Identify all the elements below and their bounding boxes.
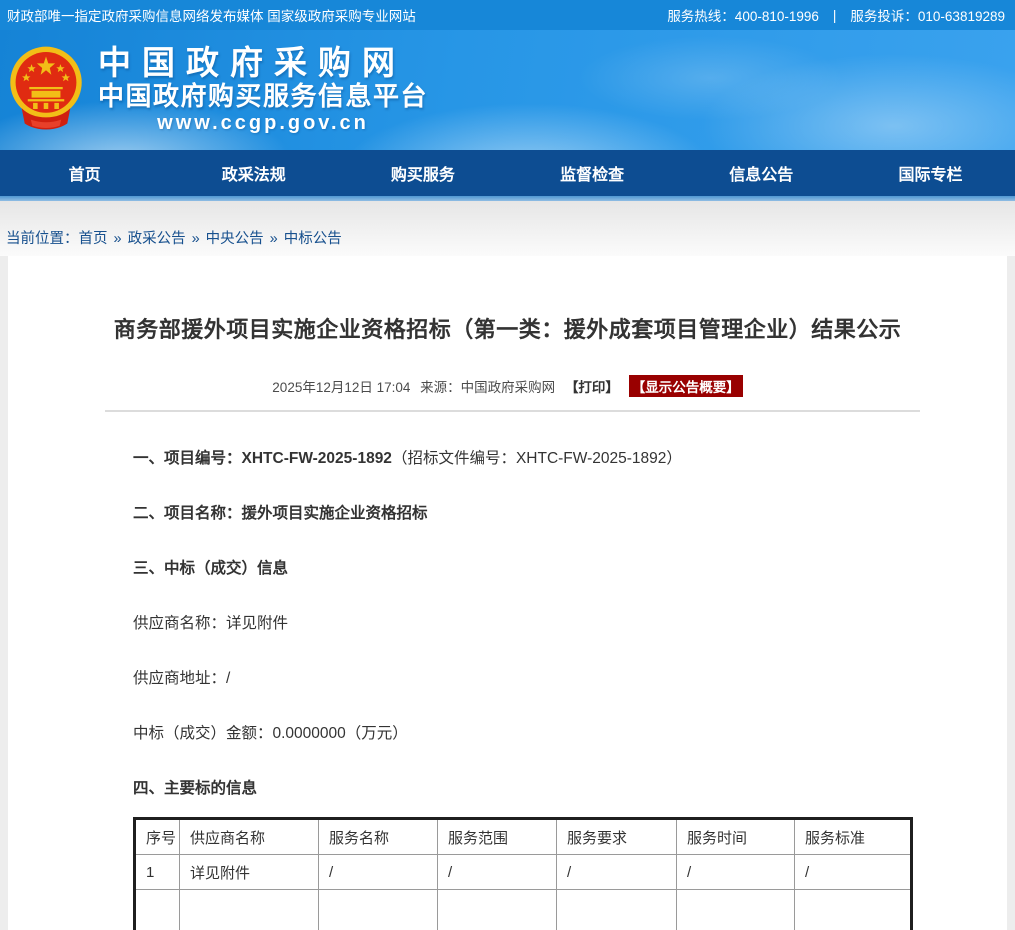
table-row <box>135 890 912 930</box>
page-background: 商务部援外项目实施企业资格招标（第一类：援外成套项目管理企业）结果公示 2025… <box>0 256 1015 930</box>
article-meta: 2025年12月12日 17:04 来源：中国政府采购网 【打印】 【显示公告概… <box>8 375 1007 397</box>
table-cell <box>438 890 557 930</box>
national-emblem-icon <box>8 44 84 136</box>
supplier-address-line: 供应商地址：/ <box>133 668 907 689</box>
logo-text-block: 中国政府采购网 中国政府购买服务信息平台 www.ccgp.gov.cn <box>98 45 428 134</box>
top-utility-bar: 财政部唯一指定政府采购信息网络发布媒体 国家级政府采购专业网站 服务热线：400… <box>0 0 1015 30</box>
project-name-line: 二、项目名称：援外项目实施企业资格招标 <box>133 503 907 524</box>
table-cell: / <box>319 855 438 890</box>
project-number-bold: 一、项目编号：XHTC-FW-2025-1892 <box>133 450 392 467</box>
article-body: 一、项目编号：XHTC-FW-2025-1892（招标文件编号：XHTC-FW-… <box>8 412 1007 799</box>
nav-item-announcements[interactable]: 信息公告 <box>677 150 846 196</box>
nav-item-international[interactable]: 国际专栏 <box>846 150 1015 196</box>
project-number-line: 一、项目编号：XHTC-FW-2025-1892（招标文件编号：XHTC-FW-… <box>133 448 907 469</box>
header-service-name: 服务名称 <box>319 819 438 855</box>
table-cell: / <box>795 855 912 890</box>
site-url: www.ccgp.gov.cn <box>98 112 428 135</box>
table-row: 1 详见附件 / / / / / <box>135 855 912 890</box>
table-cell: / <box>557 855 677 890</box>
table-cell <box>557 890 677 930</box>
project-number-rest: （招标文件编号：XHTC-FW-2025-1892） <box>392 450 682 467</box>
header-service-scope: 服务范围 <box>438 819 557 855</box>
breadcrumb-procurement-notices[interactable]: 政采公告 <box>128 231 186 247</box>
article-source: 来源：中国政府采购网 <box>420 380 555 395</box>
main-subject-heading: 四、主要标的信息 <box>133 778 907 799</box>
table-cell: 1 <box>135 855 180 890</box>
site-subtitle: 中国政府购买服务信息平台 <box>98 82 428 112</box>
publish-datetime: 2025年12月12日 17:04 <box>272 380 410 395</box>
site-slogan: 财政部唯一指定政府采购信息网络发布媒体 国家级政府采购专业网站 <box>7 5 416 25</box>
supplier-name-line: 供应商名称：详见附件 <box>133 613 907 634</box>
breadcrumb-home[interactable]: 首页 <box>79 231 108 247</box>
table-cell: / <box>677 855 795 890</box>
site-name: 中国政府采购网 <box>98 45 428 81</box>
header-supplier-name: 供应商名称 <box>180 819 319 855</box>
show-summary-button[interactable]: 【显示公告概要】 <box>629 375 743 397</box>
print-button[interactable]: 【打印】 <box>565 380 619 395</box>
page-title: 商务部援外项目实施企业资格招标（第一类：援外成套项目管理企业）结果公示 <box>8 312 1007 344</box>
header-service-requirements: 服务要求 <box>557 819 677 855</box>
header-service-time: 服务时间 <box>677 819 795 855</box>
breadcrumb-separator: » <box>192 231 200 247</box>
site-logo[interactable]: 中国政府采购网 中国政府购买服务信息平台 www.ccgp.gov.cn <box>0 44 428 136</box>
main-nav: 首页 政采法规 购买服务 监督检查 信息公告 国际专栏 <box>0 150 1015 196</box>
table-cell <box>180 890 319 930</box>
topbar-divider: | <box>833 8 837 23</box>
award-info-heading: 三、中标（成交）信息 <box>133 558 907 579</box>
breadcrumb: 当前位置：首页 » 政采公告 » 中央公告 » 中标公告 <box>0 201 1015 256</box>
nav-item-purchase-services[interactable]: 购买服务 <box>338 150 507 196</box>
table-header-row: 序号 供应商名称 服务名称 服务范围 服务要求 服务时间 服务标准 <box>135 819 912 855</box>
service-hotline: 服务热线：400-810-1996 <box>667 5 819 25</box>
nav-item-supervision[interactable]: 监督检查 <box>508 150 677 196</box>
breadcrumb-separator: » <box>114 231 122 247</box>
table-cell <box>795 890 912 930</box>
table-cell <box>677 890 795 930</box>
header-service-standard: 服务标准 <box>795 819 912 855</box>
bid-info-table: 序号 供应商名称 服务名称 服务范围 服务要求 服务时间 服务标准 1 详见附件… <box>133 817 913 930</box>
breadcrumb-central-notices[interactable]: 中央公告 <box>206 231 264 247</box>
site-banner: 中国政府采购网 中国政府购买服务信息平台 www.ccgp.gov.cn <box>0 30 1015 150</box>
award-amount-line: 中标（成交）金额：0.0000000（万元） <box>133 723 907 744</box>
table-cell: 详见附件 <box>180 855 319 890</box>
table-cell <box>135 890 180 930</box>
nav-item-home[interactable]: 首页 <box>0 150 169 196</box>
service-complaint: 服务投诉：010-63819289 <box>850 5 1005 25</box>
table-cell <box>319 890 438 930</box>
table-cell: / <box>438 855 557 890</box>
breadcrumb-separator: » <box>270 231 278 247</box>
nav-item-regulations[interactable]: 政采法规 <box>169 150 338 196</box>
breadcrumb-award-notices[interactable]: 中标公告 <box>284 231 342 247</box>
breadcrumb-prefix: 当前位置： <box>6 231 79 247</box>
content-panel: 商务部援外项目实施企业资格招标（第一类：援外成套项目管理企业）结果公示 2025… <box>8 256 1007 930</box>
header-seq: 序号 <box>135 819 180 855</box>
